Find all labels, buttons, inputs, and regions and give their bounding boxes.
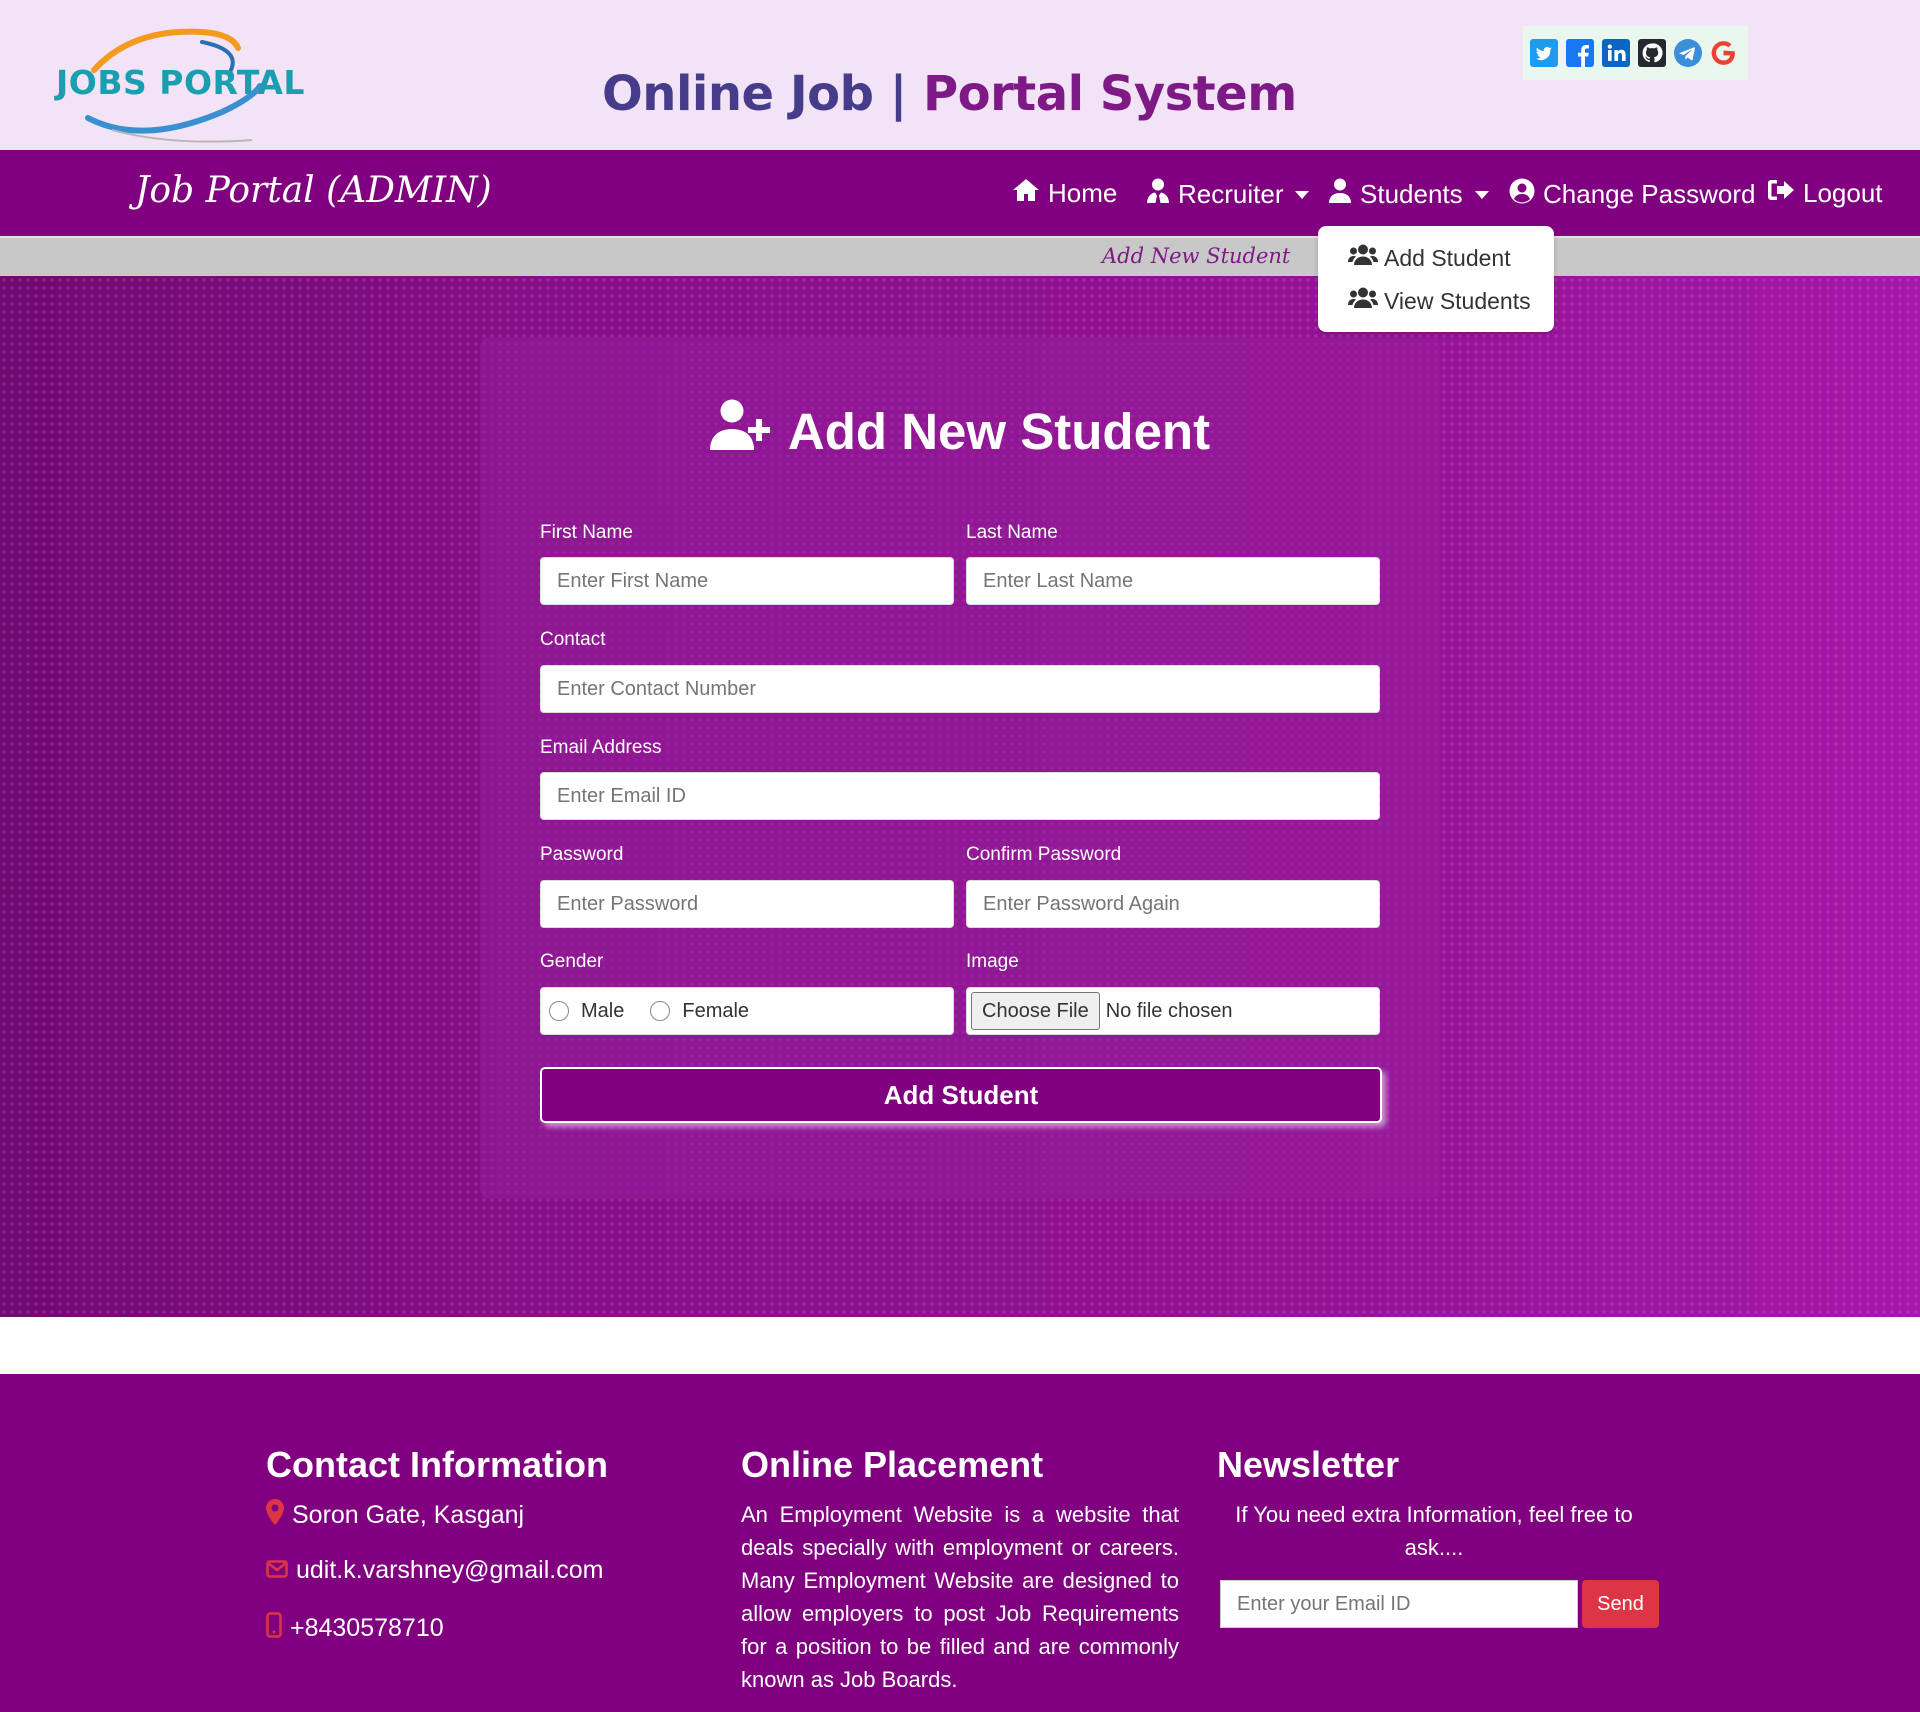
add-student-button[interactable]: Add Student [540, 1067, 1382, 1123]
gender-radio-group: Male Female [540, 987, 954, 1035]
confirm-password-input[interactable] [966, 880, 1380, 928]
file-status-text: No file chosen [1105, 999, 1233, 1022]
gender-female-radio[interactable] [650, 1001, 671, 1021]
dropdown-add-student-label: Add Student [1384, 244, 1511, 271]
site-title-separator: | [873, 66, 923, 122]
footer-phone-text[interactable]: +8430578710 [290, 1614, 444, 1643]
jobs-portal-logo[interactable]: JOBS PORTAL [52, 20, 304, 145]
footer-contact-heading: Contact Information [266, 1444, 608, 1485]
nav-change-password[interactable]: Change Password [1509, 178, 1755, 211]
email-input[interactable] [540, 772, 1380, 820]
last-name-input[interactable] [966, 557, 1380, 605]
footer-email[interactable]: udit.k.varshney@gmail.com [266, 1556, 603, 1585]
nav-change-password-label: Change Password [1543, 179, 1756, 209]
nav-recruiter[interactable]: Recruiter [1146, 178, 1310, 211]
form-heading-text: Add New Student [787, 402, 1211, 460]
gender-male-radio[interactable] [549, 1001, 569, 1021]
image-label: Image [966, 951, 1019, 972]
nav-logout-label: Logout [1803, 178, 1883, 208]
footer-email-text[interactable]: udit.k.varshney@gmail.com [296, 1556, 603, 1585]
footer-placement-text: An Employment Website is a website that … [741, 1502, 1179, 1692]
contact-input[interactable] [540, 665, 1380, 713]
mobile-icon [266, 1612, 282, 1645]
chevron-down-icon [1474, 190, 1489, 199]
dropdown-view-students[interactable]: View Students [1348, 287, 1531, 315]
user-plus-icon [709, 399, 774, 463]
site-title-part2: Portal System [922, 66, 1297, 122]
user-tie-icon [1146, 178, 1170, 211]
envelope-icon [266, 1556, 288, 1585]
google-icon[interactable] [1709, 39, 1738, 68]
footer-newsletter-text: If You need extra Information, feel free… [1235, 1502, 1633, 1560]
telegram-icon[interactable] [1673, 39, 1702, 68]
github-icon[interactable] [1637, 39, 1666, 68]
form-heading: Add New Student [480, 399, 1440, 463]
password-input[interactable] [540, 880, 954, 928]
page-title-bar: Add New Student [0, 236, 1920, 276]
twitter-icon[interactable] [1529, 39, 1558, 68]
chevron-down-icon [1295, 190, 1310, 199]
footer-phone[interactable]: +8430578710 [266, 1612, 444, 1645]
main-navbar: Job Portal (ADMIN) Home Recruiter Studen… [0, 150, 1920, 236]
gender-male-label[interactable]: Male [581, 1000, 624, 1023]
site-header: JOBS PORTAL Online Job | Portal System [0, 0, 1920, 150]
page-subtitle: Add New Student [1102, 244, 1291, 268]
nav-logout[interactable]: Logout [1767, 178, 1883, 209]
navbar-brand[interactable]: Job Portal (ADMIN) [135, 170, 492, 211]
nav-students-label: Students [1360, 179, 1463, 209]
map-marker-icon [266, 1499, 284, 1532]
home-icon [1012, 178, 1040, 209]
user-icon [1328, 178, 1352, 211]
first-name-label: First Name [540, 522, 633, 543]
users-icon [1348, 244, 1378, 272]
footer-newsletter-heading: Newsletter [1217, 1444, 1400, 1485]
site-title-part1: Online Job [602, 66, 874, 122]
email-label: Email Address [540, 737, 662, 758]
main-content: Add New Student First Name Last Name Con… [0, 276, 1920, 1317]
password-label: Password [540, 844, 624, 865]
contact-label: Contact [540, 629, 606, 650]
newsletter-email-input[interactable] [1220, 1580, 1578, 1628]
image-file-input[interactable]: Choose File No file chosen [966, 987, 1380, 1035]
choose-file-button[interactable]: Choose File [971, 992, 1100, 1030]
sign-out-icon [1767, 178, 1795, 209]
first-name-input[interactable] [540, 557, 954, 605]
last-name-label: Last Name [966, 522, 1058, 543]
newsletter-send-button[interactable]: Send [1582, 1580, 1659, 1628]
gender-female-label[interactable]: Female [682, 1000, 749, 1023]
gender-label: Gender [540, 951, 604, 972]
footer-address: Soron Gate, Kasganj [266, 1499, 524, 1532]
footer-placement-heading: Online Placement [741, 1444, 1044, 1485]
facebook-icon[interactable] [1565, 39, 1594, 68]
nav-students[interactable]: Students [1328, 178, 1489, 211]
linkedin-icon[interactable] [1601, 39, 1630, 68]
confirm-password-label: Confirm Password [966, 844, 1122, 865]
nav-home[interactable]: Home [1012, 178, 1117, 209]
social-links [1523, 26, 1748, 80]
footer-address-text: Soron Gate, Kasganj [292, 1501, 525, 1529]
add-student-form: Add New Student First Name Last Name Con… [480, 337, 1440, 1199]
dropdown-add-student[interactable]: Add Student [1348, 244, 1511, 272]
students-dropdown-menu: Add Student View Students [1318, 226, 1554, 332]
users-icon [1348, 287, 1378, 315]
dropdown-view-students-label: View Students [1384, 287, 1531, 314]
logo-text: JOBS PORTAL [56, 63, 305, 102]
site-footer: Contact Information Soron Gate, Kasganj … [0, 1374, 1920, 1712]
nav-recruiter-label: Recruiter [1178, 179, 1284, 209]
site-title: Online Job | Portal System [602, 66, 1297, 122]
user-circle-icon [1509, 178, 1535, 211]
nav-home-label: Home [1048, 178, 1118, 208]
